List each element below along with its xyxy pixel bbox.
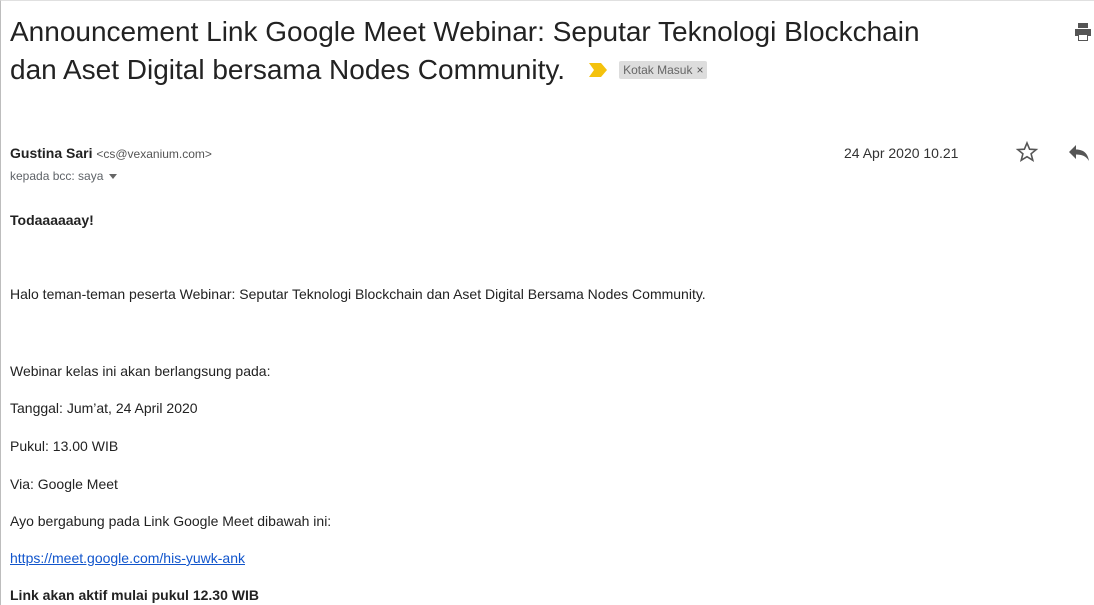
body-via-line: Via: Google Meet <box>10 476 118 492</box>
subject-line-1: Announcement Link Google Meet Webinar: S… <box>10 16 920 47</box>
star-icon[interactable] <box>1015 140 1039 164</box>
email-subject: Announcement Link Google Meet Webinar: S… <box>10 13 1040 89</box>
sender-info: Gustina Sari <cs@vexanium.com> <box>10 144 212 163</box>
chevron-down-icon[interactable] <box>109 174 118 180</box>
body-intro: Halo teman-teman peserta Webinar: Seputa… <box>10 286 706 302</box>
body-time-line: Pukul: 13.00 WIB <box>10 438 119 454</box>
email-view: Announcement Link Google Meet Webinar: S… <box>0 0 1094 605</box>
subject-line-2-row: dan Aset Digital bersama Nodes Community… <box>10 51 1040 89</box>
important-marker-icon[interactable] <box>589 63 608 77</box>
sender-name[interactable]: Gustina Sari <box>10 145 92 161</box>
recipients-text: kepada bcc: saya <box>10 169 104 183</box>
label-chip-text: Kotak Masuk <box>623 63 693 77</box>
reply-icon[interactable] <box>1067 142 1091 162</box>
body-date-line: Tanggal: Jum’at, 24 April 2020 <box>10 400 198 416</box>
email-date: 24 Apr 2020 10.21 <box>844 145 959 161</box>
body-schedule-intro: Webinar kelas ini akan berlangsung pada: <box>10 363 271 379</box>
remove-label-button[interactable]: × <box>696 61 703 79</box>
body-greeting: Todaaaaaay! <box>10 212 94 228</box>
recipient-details: kepada bcc: saya <box>10 168 118 184</box>
body-active-note: Link akan aktif mulai pukul 12.30 WIB <box>10 587 259 603</box>
sender-email: <cs@vexanium.com> <box>96 147 212 161</box>
label-chip-inbox[interactable]: Kotak Masuk × <box>619 61 708 79</box>
subject-line-2: dan Aset Digital bersama Nodes Community… <box>10 54 566 85</box>
print-icon[interactable] <box>1075 23 1091 41</box>
body-join-line: Ayo bergabung pada Link Google Meet diba… <box>10 513 332 529</box>
meet-link[interactable]: https://meet.google.com/his-yuwk-ank <box>10 549 245 567</box>
